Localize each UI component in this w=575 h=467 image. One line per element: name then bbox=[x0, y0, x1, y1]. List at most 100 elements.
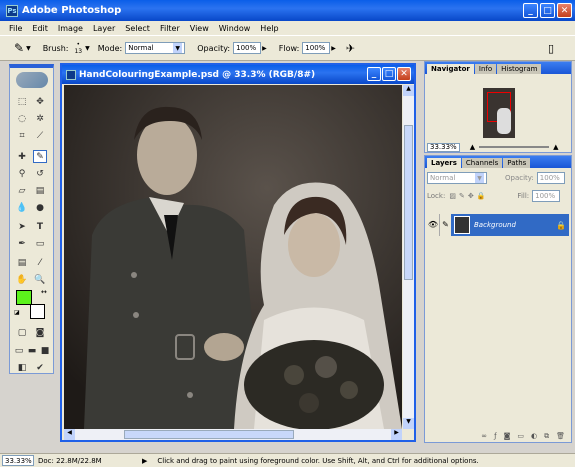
screen-mode-full-icon[interactable]: ■ bbox=[38, 344, 52, 357]
layer-opacity-input[interactable]: 100% bbox=[536, 172, 565, 184]
new-layer-icon[interactable]: ⧉ bbox=[544, 432, 549, 441]
adjustment-layer-icon[interactable]: ◐ bbox=[531, 432, 537, 440]
document-minimize-button[interactable]: _ bbox=[367, 67, 381, 81]
navigator-zoom-input[interactable]: 33.33% bbox=[427, 142, 460, 152]
screen-mode-full-menu-icon[interactable]: ▬ bbox=[25, 344, 39, 357]
mode-select[interactable]: Normal ▼ bbox=[125, 42, 186, 54]
move-tool-icon[interactable]: ✥ bbox=[33, 95, 47, 108]
tab-paths[interactable]: Paths bbox=[503, 158, 531, 168]
swap-colors-icon[interactable]: ↔ bbox=[41, 288, 47, 296]
imageready-checkmark-icon[interactable]: ✔ bbox=[33, 361, 47, 374]
eraser-tool-icon[interactable]: ▱ bbox=[15, 184, 29, 197]
airbrush-icon[interactable]: ✈ bbox=[346, 42, 355, 55]
fill-input[interactable]: 100% bbox=[532, 190, 561, 202]
status-zoom[interactable]: 33.33% bbox=[2, 455, 34, 466]
blur-tool-icon[interactable]: 💧 bbox=[15, 201, 29, 214]
link-layers-icon[interactable]: ∞ bbox=[481, 432, 487, 440]
brush-tool-icon[interactable]: ✎ bbox=[33, 150, 47, 163]
lock-paint-icon[interactable]: ✎ bbox=[459, 192, 465, 200]
marquee-tool-icon[interactable]: ⬚ bbox=[15, 95, 29, 108]
history-brush-tool-icon[interactable]: ↺ bbox=[33, 167, 47, 180]
layer-mask-icon[interactable]: ◙ bbox=[504, 432, 511, 440]
layer-brush-icon[interactable]: ✎ bbox=[439, 214, 451, 236]
standard-mode-icon[interactable]: ▢ bbox=[15, 326, 29, 339]
vertical-scroll-thumb[interactable] bbox=[404, 125, 413, 280]
background-color-swatch[interactable] bbox=[30, 304, 45, 319]
magic-wand-tool-icon[interactable]: ✲ bbox=[33, 112, 47, 125]
lock-move-icon[interactable]: ✥ bbox=[468, 192, 474, 200]
horizontal-scroll-thumb[interactable] bbox=[124, 430, 294, 439]
image-canvas[interactable] bbox=[64, 85, 402, 429]
crop-tool-icon[interactable]: ⌗ bbox=[15, 129, 29, 142]
path-selection-tool-icon[interactable]: ➤ bbox=[15, 220, 29, 233]
menu-file[interactable]: File bbox=[4, 24, 27, 33]
scroll-up-icon[interactable]: ▲ bbox=[403, 85, 414, 96]
scroll-right-icon[interactable]: ▶ bbox=[391, 429, 402, 440]
scroll-down-icon[interactable]: ▼ bbox=[403, 418, 414, 429]
pen-tool-icon[interactable]: ✒ bbox=[15, 237, 29, 250]
menu-select[interactable]: Select bbox=[120, 24, 155, 33]
horizontal-scrollbar[interactable]: ◀ ▶ bbox=[64, 429, 402, 440]
eyedropper-tool-icon[interactable]: ⁄ bbox=[33, 256, 47, 269]
status-arrow-icon[interactable]: ▶ bbox=[142, 457, 147, 465]
tab-navigator[interactable]: Navigator bbox=[427, 64, 474, 74]
notes-tool-icon[interactable]: ▤ bbox=[15, 256, 29, 269]
tab-channels[interactable]: Channels bbox=[461, 158, 503, 168]
tab-layers[interactable]: Layers bbox=[427, 158, 461, 168]
document-close-button[interactable]: ✕ bbox=[397, 67, 411, 81]
layer-visibility-eye-icon[interactable]: 👁 bbox=[427, 214, 439, 236]
opacity-input[interactable]: 100% bbox=[233, 42, 262, 54]
document-title-bar: HandColouringExample.psd @ 33.3% (RGB/8#… bbox=[62, 65, 414, 84]
healing-brush-tool-icon[interactable]: ✚ bbox=[15, 150, 29, 163]
lock-all-icon[interactable]: 🔒 bbox=[477, 192, 486, 200]
menu-filter[interactable]: Filter bbox=[155, 24, 185, 33]
type-tool-icon[interactable]: T bbox=[33, 220, 47, 233]
options-bar: ✎ ▼ Brush: • 13 ▼ Mode: Normal ▼ Opacity… bbox=[0, 35, 575, 61]
zoom-in-icon[interactable]: ▲ bbox=[553, 143, 558, 151]
zoom-out-icon[interactable]: ▲ bbox=[470, 143, 475, 151]
zoom-tool-icon[interactable]: 🔍 bbox=[33, 273, 47, 286]
jump-to-imageready-icon[interactable]: ◧ bbox=[15, 361, 29, 374]
minimize-button[interactable]: _ bbox=[523, 3, 538, 18]
opacity-slider-icon[interactable]: ▶ bbox=[262, 45, 267, 52]
screen-mode-standard-icon[interactable]: ▭ bbox=[12, 344, 26, 357]
clone-stamp-tool-icon[interactable]: ⚲ bbox=[15, 167, 29, 180]
new-group-icon[interactable]: ▭ bbox=[517, 432, 524, 440]
layer-row-background[interactable]: 👁 ✎ Background 🔒 bbox=[427, 214, 569, 236]
tab-info[interactable]: Info bbox=[474, 64, 497, 74]
menu-view[interactable]: View bbox=[185, 24, 214, 33]
dodge-tool-icon[interactable]: ● bbox=[33, 201, 47, 214]
blend-mode-select[interactable]: Normal ▼ bbox=[427, 172, 487, 184]
menu-help[interactable]: Help bbox=[255, 24, 283, 33]
slice-tool-icon[interactable]: ⟋ bbox=[33, 129, 47, 142]
delete-layer-icon[interactable]: 🗑 bbox=[556, 432, 565, 440]
flow-input[interactable]: 100% bbox=[302, 42, 331, 54]
foreground-color-swatch[interactable] bbox=[16, 290, 32, 305]
vertical-scrollbar[interactable]: ▲ ▼ bbox=[403, 85, 414, 429]
maximize-button[interactable]: □ bbox=[540, 3, 555, 18]
hand-tool-icon[interactable]: ✋ bbox=[15, 273, 29, 286]
layer-style-icon[interactable]: ƒ bbox=[494, 432, 496, 440]
document-maximize-button[interactable]: □ bbox=[382, 67, 396, 81]
tool-preset-dropdown-icon[interactable]: ▼ bbox=[26, 45, 31, 52]
brush-tool-icon[interactable]: ✎ bbox=[14, 41, 24, 55]
menu-layer[interactable]: Layer bbox=[88, 24, 120, 33]
menu-window[interactable]: Window bbox=[214, 24, 256, 33]
zoom-slider[interactable] bbox=[479, 146, 550, 148]
palette-well-icon[interactable]: ▯ bbox=[548, 42, 554, 55]
brush-picker[interactable]: • 13 bbox=[74, 41, 82, 55]
flow-slider-icon[interactable]: ▶ bbox=[331, 45, 336, 52]
lock-transparency-icon[interactable]: ▨ bbox=[449, 192, 456, 200]
default-colors-icon[interactable]: ◪ bbox=[14, 309, 20, 316]
quick-mask-mode-icon[interactable]: ◙ bbox=[33, 326, 47, 339]
brush-dropdown-icon[interactable]: ▼ bbox=[85, 45, 90, 52]
scroll-left-icon[interactable]: ◀ bbox=[64, 429, 75, 440]
shape-tool-icon[interactable]: ▭ bbox=[33, 237, 47, 250]
tab-histogram[interactable]: Histogram bbox=[497, 64, 542, 74]
menu-image[interactable]: Image bbox=[53, 24, 88, 33]
navigator-thumbnail[interactable] bbox=[483, 88, 515, 138]
gradient-tool-icon[interactable]: ▤ bbox=[33, 184, 47, 197]
lasso-tool-icon[interactable]: ◌ bbox=[15, 112, 29, 125]
close-button[interactable]: ✕ bbox=[557, 3, 572, 18]
menu-edit[interactable]: Edit bbox=[27, 24, 53, 33]
